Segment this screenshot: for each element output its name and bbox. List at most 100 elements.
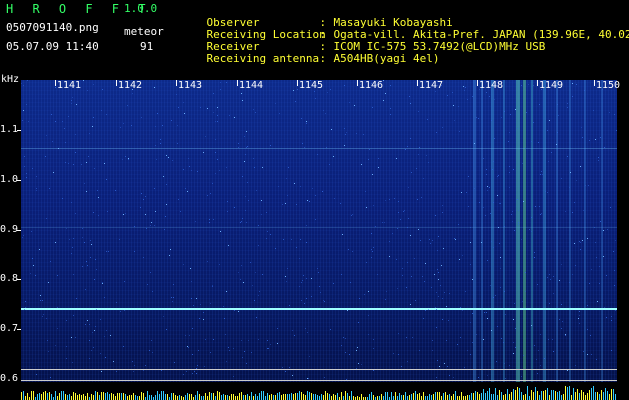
level-bar bbox=[513, 389, 514, 400]
level-bar bbox=[287, 393, 288, 400]
noise-speckle bbox=[447, 95, 448, 96]
level-bar bbox=[541, 390, 542, 400]
noise-speckle bbox=[244, 351, 245, 352]
noise-speckle bbox=[517, 199, 518, 200]
noise-speckle bbox=[517, 128, 518, 129]
noise-speckle bbox=[436, 377, 437, 378]
noise-speckle bbox=[334, 198, 335, 199]
noise-speckle bbox=[304, 147, 305, 148]
x-tick-mark bbox=[176, 80, 177, 86]
noise-speckle bbox=[36, 188, 37, 189]
noise-speckle bbox=[559, 280, 560, 281]
noise-speckle bbox=[107, 211, 108, 212]
noise-speckle bbox=[92, 332, 93, 333]
noise-speckle bbox=[217, 159, 218, 160]
noise-speckle bbox=[295, 101, 296, 102]
noise-speckle bbox=[162, 125, 163, 126]
noise-speckle bbox=[567, 103, 568, 104]
noise-speckle bbox=[244, 161, 245, 162]
noise-speckle bbox=[500, 257, 501, 258]
noise-speckle bbox=[36, 176, 37, 177]
noise-speckle bbox=[544, 358, 545, 359]
level-bar bbox=[95, 391, 96, 400]
noise-speckle bbox=[426, 155, 427, 156]
noise-speckle bbox=[515, 347, 516, 348]
noise-speckle bbox=[378, 167, 379, 168]
noise-speckle bbox=[550, 279, 551, 280]
noise-speckle bbox=[574, 202, 575, 203]
noise-speckle bbox=[547, 277, 548, 278]
level-bar bbox=[101, 391, 102, 400]
level-bar bbox=[133, 393, 134, 400]
noise-speckle bbox=[300, 186, 301, 187]
level-bar bbox=[163, 391, 164, 400]
noise-speckle bbox=[317, 154, 318, 155]
noise-speckle bbox=[464, 90, 465, 91]
level-bar bbox=[539, 395, 540, 400]
level-bar bbox=[151, 395, 152, 400]
level-bar bbox=[431, 395, 432, 400]
noise-speckle bbox=[509, 187, 510, 188]
noise-speckle bbox=[95, 259, 96, 260]
level-bar bbox=[429, 393, 430, 400]
app-version: 1.0.0 bbox=[124, 2, 158, 15]
noise-speckle bbox=[453, 105, 454, 106]
noise-speckle bbox=[472, 279, 473, 280]
noise-speckle bbox=[246, 147, 247, 148]
noise-speckle bbox=[455, 239, 456, 240]
noise-speckle bbox=[307, 200, 308, 201]
level-bar bbox=[27, 393, 28, 400]
noise-speckle bbox=[501, 338, 502, 339]
noise-speckle bbox=[398, 212, 399, 213]
level-bar bbox=[555, 390, 556, 400]
noise-speckle bbox=[190, 268, 191, 269]
noise-speckle bbox=[525, 291, 526, 292]
noise-speckle bbox=[300, 239, 301, 240]
noise-speckle bbox=[361, 164, 362, 165]
noise-speckle bbox=[87, 265, 88, 266]
level-bar bbox=[105, 393, 106, 400]
noise-speckle bbox=[242, 357, 243, 358]
noise-speckle bbox=[418, 154, 419, 155]
noise-speckle bbox=[141, 117, 142, 118]
noise-speckle bbox=[458, 224, 459, 225]
noise-speckle bbox=[241, 340, 242, 341]
noise-speckle bbox=[140, 207, 141, 208]
noise-speckle bbox=[82, 228, 83, 229]
noise-speckle bbox=[436, 132, 437, 133]
noise-speckle bbox=[205, 339, 206, 340]
x-tick-mark bbox=[116, 80, 117, 86]
noise-speckle bbox=[467, 350, 468, 351]
level-bar bbox=[93, 395, 94, 400]
noise-speckle bbox=[457, 344, 458, 345]
level-bar bbox=[401, 394, 402, 400]
level-bar bbox=[109, 394, 110, 400]
noise-speckle bbox=[66, 228, 67, 229]
level-bar bbox=[249, 396, 250, 400]
noise-speckle bbox=[209, 219, 210, 220]
noise-speckle bbox=[333, 283, 334, 284]
carrier-line bbox=[21, 227, 617, 228]
noise-speckle bbox=[207, 108, 208, 109]
noise-speckle bbox=[483, 207, 484, 208]
noise-speckle bbox=[241, 93, 242, 94]
noise-speckle bbox=[429, 239, 430, 240]
noise-speckle bbox=[210, 352, 211, 353]
level-bar bbox=[219, 391, 220, 400]
y-tick-mark bbox=[17, 329, 21, 330]
level-bar bbox=[433, 393, 434, 400]
noise-speckle bbox=[368, 291, 369, 292]
noise-speckle bbox=[435, 215, 436, 216]
level-bar bbox=[497, 394, 498, 400]
noise-speckle bbox=[143, 370, 144, 371]
noise-speckle bbox=[215, 173, 216, 174]
noise-speckle bbox=[234, 310, 235, 311]
noise-speckle bbox=[513, 319, 514, 320]
noise-speckle bbox=[528, 84, 529, 85]
level-bar bbox=[507, 388, 508, 400]
level-bar bbox=[449, 393, 450, 400]
level-bar bbox=[281, 395, 282, 400]
noise-speckle bbox=[562, 321, 563, 322]
level-bar bbox=[139, 396, 140, 400]
noise-speckle bbox=[207, 261, 208, 262]
